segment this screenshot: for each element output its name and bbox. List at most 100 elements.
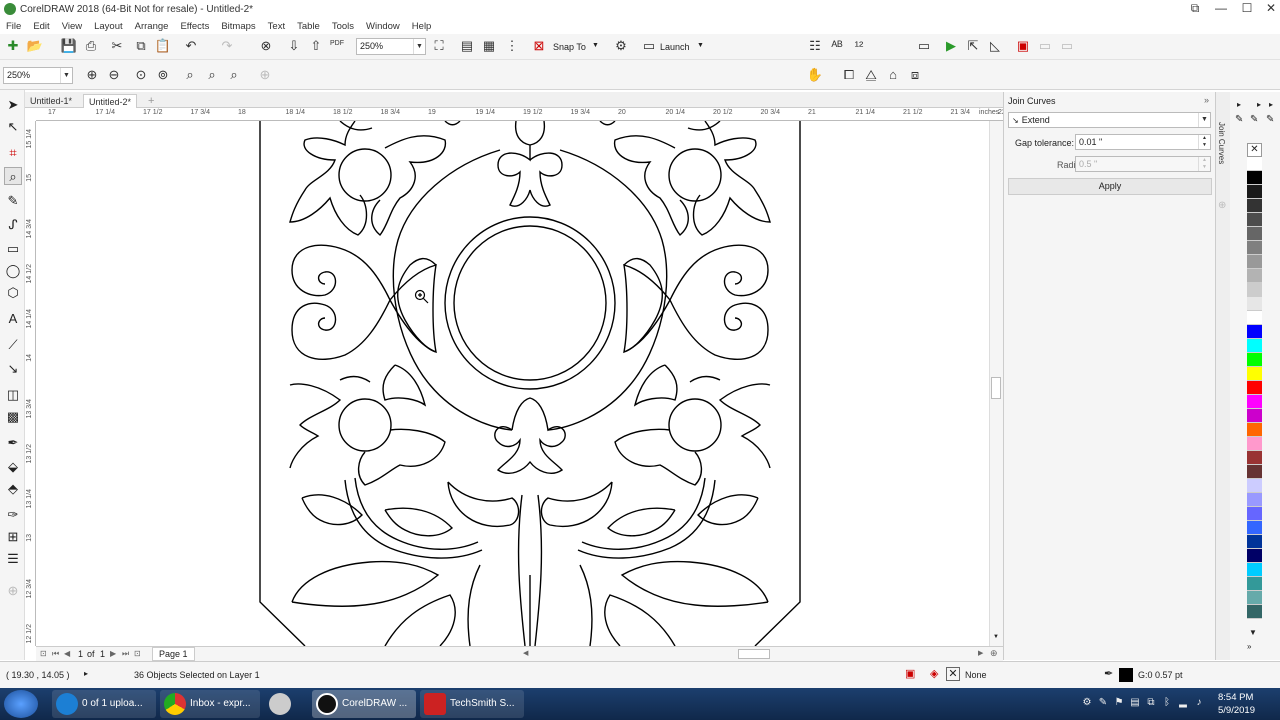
save-icon[interactable]: 💾: [60, 38, 78, 54]
horizontal-scrollbar-thumb[interactable]: [738, 649, 770, 659]
redo-icon[interactable]: ↷: [218, 38, 236, 54]
tab-untitled-1[interactable]: Untitled-1*: [25, 94, 77, 108]
tray-icon-4[interactable]: ▤: [1128, 697, 1142, 708]
add-tab-button[interactable]: +: [143, 94, 159, 108]
zoom-page-icon[interactable]: ⌕: [181, 67, 199, 83]
add-tool-icon[interactable]: ⊕: [4, 582, 22, 600]
options-gear-icon[interactable]: ⚙: [612, 38, 630, 54]
palette-swatch[interactable]: [1247, 269, 1262, 283]
connector-tool-icon[interactable]: ↘: [4, 360, 22, 378]
shape-icon[interactable]: ⧠: [840, 67, 858, 83]
parallel-dimension-icon[interactable]: ⟋: [4, 336, 22, 354]
next-page-icon[interactable]: ▶: [110, 649, 116, 658]
menu-arrange[interactable]: Arrange: [129, 21, 175, 32]
palette-swatch[interactable]: [1247, 493, 1262, 507]
palette-swatch[interactable]: [1247, 395, 1262, 409]
add-icon[interactable]: ⊕: [256, 67, 274, 83]
pen-tool-icon[interactable]: ✎: [1235, 114, 1243, 125]
no-fill-swatch[interactable]: ✕: [946, 667, 960, 681]
fill-icon[interactable]: ◈: [930, 667, 938, 680]
join-mode-select[interactable]: ↘ Extend ▼: [1008, 112, 1211, 128]
print-icon[interactable]: ⎙: [82, 38, 100, 54]
clock-time[interactable]: 8:54 PM: [1218, 692, 1253, 703]
menu-window[interactable]: Window: [360, 21, 406, 32]
clock-date[interactable]: 5/9/2019: [1218, 705, 1255, 716]
shape-icon-2[interactable]: ⧋: [862, 67, 880, 83]
taskbar-app-unknown[interactable]: [265, 690, 305, 718]
palette-arrow-icon-3[interactable]: ▸: [1269, 100, 1273, 109]
maximize-button[interactable]: ☐: [1234, 0, 1260, 18]
text-tool-icon[interactable]: A: [4, 310, 22, 328]
show-grid-icon[interactable]: ▦: [480, 38, 498, 54]
tab-untitled-2[interactable]: Untitled-2*: [83, 94, 138, 108]
smart-fill-icon[interactable]: ⬘: [4, 480, 22, 498]
palette-swatch[interactable]: [1247, 437, 1262, 451]
scroll-left-icon[interactable]: ◀: [523, 649, 528, 657]
gap-tolerance-input[interactable]: 0.01 " ▲ ▼: [1075, 134, 1211, 150]
spinner-icon[interactable]: ▲ ▼: [1198, 157, 1210, 171]
palette-swatch[interactable]: [1247, 213, 1262, 227]
menu-edit[interactable]: Edit: [27, 21, 55, 32]
shape-icon-4[interactable]: ⧈: [906, 67, 924, 83]
palette-swatch[interactable]: [1247, 465, 1262, 479]
pen-tool-icon-2[interactable]: ✎: [1250, 114, 1258, 125]
minimize-button[interactable]: —: [1208, 0, 1234, 18]
shape-icon-3[interactable]: ⌂: [884, 67, 902, 83]
palette-expand-icon[interactable]: »: [1247, 642, 1251, 651]
page-options-icon[interactable]: ⊡: [40, 649, 47, 658]
align-icon[interactable]: ☰: [4, 550, 22, 568]
page-1-tab[interactable]: Page 1: [152, 647, 195, 661]
palette-swatch[interactable]: [1247, 171, 1262, 185]
palette-arrow-icon[interactable]: ▸: [1237, 100, 1241, 109]
ornamental-drawing[interactable]: [36, 121, 989, 646]
zoom-in-icon[interactable]: ⊕: [83, 67, 101, 83]
zoom-selected-icon[interactable]: ⊙: [132, 67, 150, 83]
palette-swatch[interactable]: [1247, 199, 1262, 213]
paste-icon[interactable]: 📋: [154, 38, 172, 54]
ellipse-tool-icon[interactable]: ◯: [4, 262, 22, 280]
first-page-icon[interactable]: ⏮: [52, 649, 59, 659]
last-page-icon[interactable]: ⏭: [122, 649, 129, 659]
start-button-icon[interactable]: [4, 690, 38, 718]
play-icon[interactable]: ▶: [942, 38, 960, 54]
zoom-level-combo[interactable]: 250% ▼: [356, 38, 426, 55]
palette-swatch[interactable]: [1247, 591, 1262, 605]
palette-swatch[interactable]: [1247, 535, 1262, 549]
macro-disabled-icon-2[interactable]: ▭: [1058, 38, 1076, 54]
status-arrow-icon[interactable]: ▸: [84, 669, 88, 678]
palette-swatch[interactable]: [1247, 423, 1262, 437]
palette-swatch[interactable]: [1247, 381, 1262, 395]
palette-swatch[interactable]: [1247, 339, 1262, 353]
add-page-icon[interactable]: ⊡: [134, 649, 141, 658]
zoom-all-icon[interactable]: ⊚: [154, 67, 172, 83]
scrollbar-thumb[interactable]: [991, 377, 1001, 399]
palette-swatch[interactable]: [1247, 521, 1262, 535]
export-image-icon[interactable]: ⇱: [964, 38, 982, 54]
palette-swatch[interactable]: [1247, 311, 1262, 325]
zoom-height-icon[interactable]: ⌕: [225, 67, 243, 83]
menu-text[interactable]: Text: [262, 21, 291, 32]
launch-icon[interactable]: ▭: [640, 38, 658, 54]
taskbar-ie-upload[interactable]: 0 of 1 uploa...: [52, 690, 156, 718]
new-document-icon[interactable]: ✚: [4, 38, 22, 54]
interactive-fill-icon[interactable]: ⬙: [4, 458, 22, 476]
zoom-width-icon[interactable]: ⌕: [203, 67, 221, 83]
palette-swatch[interactable]: [1247, 409, 1262, 423]
fill-tool-icon[interactable]: ⊞: [4, 528, 22, 546]
zoom-tool-icon[interactable]: ⌕: [4, 167, 22, 185]
spinner-icon[interactable]: ▲ ▼: [1198, 135, 1210, 149]
outline-color-swatch[interactable]: [1119, 668, 1133, 682]
show-rulers-icon[interactable]: ▤: [458, 38, 476, 54]
dimension-icon[interactable]: ◺: [986, 38, 1004, 54]
menu-view[interactable]: View: [56, 21, 88, 32]
show-guidelines-icon[interactable]: ⋮: [503, 38, 521, 54]
palette-swatch[interactable]: [1247, 549, 1262, 563]
scroll-right-icon[interactable]: ▶: [978, 649, 983, 657]
navigator-icon[interactable]: ⊕: [990, 648, 998, 659]
zoom-out-icon[interactable]: ⊖: [105, 67, 123, 83]
palette-arrow-icon-2[interactable]: ▸: [1257, 100, 1261, 109]
palette-scroll-icon[interactable]: ▼: [1249, 628, 1257, 637]
docker-expand-icon[interactable]: »: [1204, 95, 1209, 105]
document-icon[interactable]: ▭: [915, 38, 933, 54]
add-docker-icon[interactable]: ⊕: [1218, 200, 1226, 211]
